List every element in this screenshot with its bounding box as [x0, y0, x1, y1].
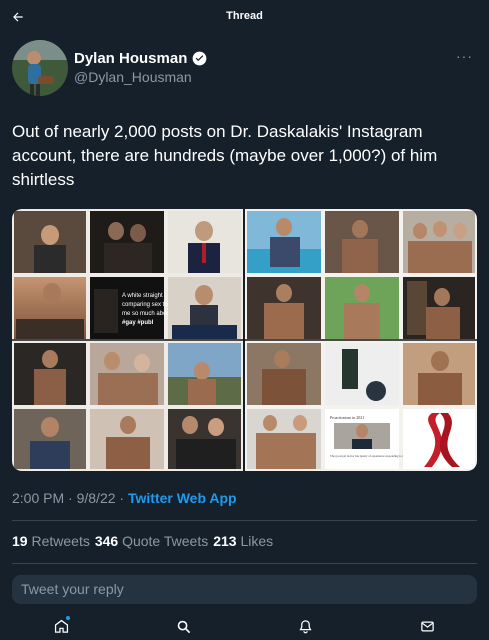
- nav-home-button[interactable]: [51, 616, 71, 636]
- likes-stat[interactable]: 213 Likes: [213, 533, 273, 549]
- nav-messages-button[interactable]: [417, 616, 437, 636]
- author-handle[interactable]: @Dylan_Housman: [74, 69, 192, 85]
- notifications-icon: [298, 619, 312, 633]
- retweets-label: Retweets: [31, 533, 90, 549]
- divider: [12, 563, 477, 564]
- bottom-navigation: [0, 612, 489, 640]
- quote-tweets-count: 346: [94, 533, 119, 549]
- collage-quote-line1: A white straight: [122, 293, 163, 299]
- divider: [12, 520, 477, 521]
- reply-input[interactable]: Tweet your reply: [12, 575, 477, 604]
- tweet-time[interactable]: 2:00 PM: [12, 490, 64, 506]
- nav-search-button[interactable]: [173, 616, 193, 636]
- quote-tweets-label: Quote Tweets: [122, 533, 209, 549]
- more-options-button[interactable]: ···: [456, 48, 473, 64]
- home-icon: [54, 619, 68, 633]
- avatar[interactable]: [12, 40, 68, 96]
- nav-notifications-button[interactable]: [295, 616, 315, 636]
- tweet-source-link[interactable]: Twitter Web App: [128, 490, 237, 506]
- messages-icon: [420, 621, 434, 631]
- likes-label: Likes: [240, 533, 274, 549]
- retweets-stat[interactable]: 19 Retweets: [12, 533, 90, 549]
- photo-collage: A white straight comparing sex to b me s…: [12, 209, 477, 471]
- timestamp-separator: ·: [68, 490, 73, 506]
- collage-quote-line2: comparing sex to b: [122, 302, 173, 308]
- collage-doc-title: Proactionism in 2021: [330, 415, 364, 420]
- tweet-date[interactable]: 9/8/22: [77, 490, 116, 506]
- tweet-author: Dylan Housman @Dylan_Housman ···: [12, 40, 477, 100]
- collage-quote-line3: me so much about.: [122, 311, 173, 317]
- search-icon: [177, 620, 190, 633]
- page-title: Thread: [226, 10, 263, 22]
- tweet-media-collage[interactable]: A white straight comparing sex to b me s…: [12, 209, 477, 471]
- notification-dot: [66, 616, 70, 620]
- collage-quote-tag: #gay #publ: [122, 320, 154, 326]
- tweet-timestamp: 2:00 PM · 9/8/22 · Twitter Web App: [12, 490, 237, 506]
- engagement-stats: 19 Retweets 346 Quote Tweets 213 Likes: [12, 533, 273, 549]
- likes-count: 213: [213, 533, 237, 549]
- retweets-count: 19: [12, 533, 28, 549]
- tweet-text: Out of nearly 2,000 posts on Dr. Daskala…: [12, 122, 438, 189]
- verified-badge-icon: [192, 51, 207, 66]
- quote-tweets-stat[interactable]: 346 Quote Tweets: [95, 533, 208, 549]
- author-name[interactable]: Dylan Housman: [74, 50, 187, 67]
- timestamp-separator: ·: [119, 490, 125, 506]
- top-bar: Thread: [0, 0, 489, 34]
